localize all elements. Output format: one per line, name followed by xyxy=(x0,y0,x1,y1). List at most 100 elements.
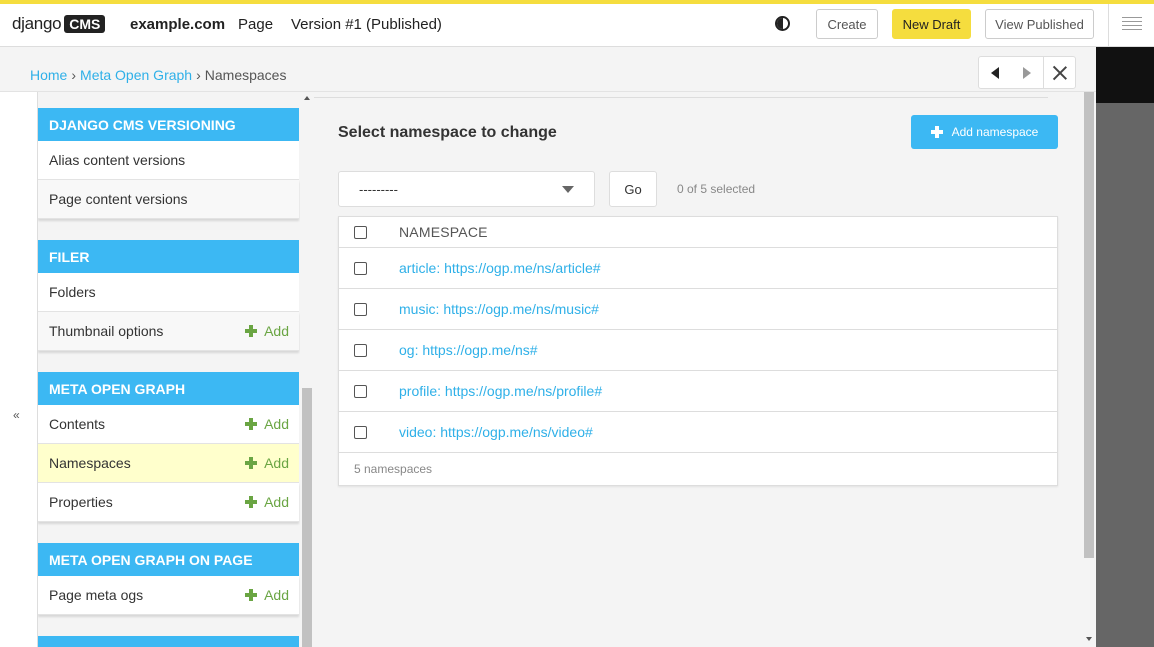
add-link[interactable]: Add xyxy=(245,416,289,432)
row-checkbox[interactable] xyxy=(354,302,367,316)
module-header[interactable]: META OPEN GRAPH ON PAGE xyxy=(38,543,299,576)
forward-button[interactable] xyxy=(1011,57,1043,88)
close-button[interactable] xyxy=(1043,57,1075,88)
create-button[interactable]: Create xyxy=(816,9,878,39)
add-link[interactable]: Add xyxy=(245,455,289,471)
sidebar-item-label[interactable]: Properties xyxy=(49,494,113,510)
triangle-left-icon xyxy=(991,66,999,79)
table-row: og: https://ogp.me/ns# xyxy=(339,330,1057,371)
breadcrumb-separator: › xyxy=(196,67,201,83)
module-django-cms-versioning: DJANGO CMS VERSIONING Alias content vers… xyxy=(38,108,299,219)
select-all-cell xyxy=(339,225,399,239)
add-link-label: Add xyxy=(264,455,289,471)
sidebar-item-alias-content-versions[interactable]: Alias content versions xyxy=(38,141,299,180)
page-menu[interactable]: Page xyxy=(238,16,273,33)
go-button[interactable]: Go xyxy=(609,171,657,207)
collapse-sidebar-toggle[interactable]: « xyxy=(13,408,20,422)
sidebar-item-label[interactable]: Namespaces xyxy=(49,455,131,471)
contrast-icon[interactable] xyxy=(775,16,790,31)
module-meta-open-graph: META OPEN GRAPH Contents Add Namespaces Ad… xyxy=(38,372,299,522)
module-header[interactable]: META OPEN GRAPH xyxy=(38,372,299,405)
toolbar-divider xyxy=(1108,4,1109,47)
sidebar-item-thumbnail-options[interactable]: Thumbnail options Add xyxy=(38,312,299,351)
add-namespace-button[interactable]: Add namespace xyxy=(911,115,1058,149)
sidebar-item-page-content-versions[interactable]: Page content versions xyxy=(38,180,299,219)
add-namespace-label: Add namespace xyxy=(951,125,1039,139)
structure-board-top xyxy=(1096,47,1154,103)
sidebar-item-namespaces[interactable]: Namespaces Add xyxy=(38,444,299,483)
content-scrollbar[interactable] xyxy=(1082,92,1096,647)
view-published-button[interactable]: View Published xyxy=(985,9,1094,39)
header-divider xyxy=(314,97,1048,98)
table-row: profile: https://ogp.me/ns/profile# xyxy=(339,371,1057,412)
sidebar-item-contents[interactable]: Contents Add xyxy=(38,405,299,444)
sidebar-item-folders[interactable]: Folders xyxy=(38,273,299,312)
plus-icon xyxy=(930,126,943,138)
add-link[interactable]: Add xyxy=(245,494,289,510)
breadcrumb-separator: › xyxy=(71,67,77,83)
row-checkbox[interactable] xyxy=(354,384,367,398)
sidebar-item-label[interactable]: Page content versions xyxy=(49,191,188,207)
sidebar-item-label[interactable]: Page meta ogs xyxy=(49,587,143,603)
scroll-down-arrow-icon[interactable] xyxy=(1086,637,1092,641)
triangle-right-icon xyxy=(1023,66,1031,79)
module-filer: FILER Folders Thumbnail options Add xyxy=(38,240,299,351)
logo-text: django xyxy=(12,14,62,33)
namespace-link[interactable]: music: https://ogp.me/ns/music# xyxy=(399,301,599,317)
plus-icon xyxy=(245,418,258,430)
table-header: NAMESPACE xyxy=(339,217,1057,248)
namespace-link[interactable]: video: https://ogp.me/ns/video# xyxy=(399,424,593,440)
column-header-namespace[interactable]: NAMESPACE xyxy=(399,224,488,240)
plus-icon xyxy=(245,325,258,337)
back-button[interactable] xyxy=(979,57,1011,88)
changelist-content: Select namespace to change Add namespace… xyxy=(314,92,1082,647)
module-header[interactable]: FILER xyxy=(38,240,299,273)
breadcrumb: Home › Meta Open Graph › Namespaces xyxy=(30,67,286,83)
sidebar-scrollbar[interactable] xyxy=(300,92,314,647)
app-sidebar: DJANGO CMS VERSIONING Alias content vers… xyxy=(38,92,314,647)
row-checkbox-cell xyxy=(339,384,399,398)
sidebar-item-page-meta-ogs[interactable]: Page meta ogs Add xyxy=(38,576,299,615)
add-link-label: Add xyxy=(264,587,289,603)
hamburger-menu-icon[interactable] xyxy=(1122,17,1142,33)
select-all-checkbox[interactable] xyxy=(354,225,367,239)
breadcrumb-app[interactable]: Meta Open Graph xyxy=(80,67,192,83)
namespace-link[interactable]: profile: https://ogp.me/ns/profile# xyxy=(399,383,602,399)
row-checkbox[interactable] xyxy=(354,425,367,439)
scroll-up-arrow-icon[interactable] xyxy=(304,96,310,100)
chevron-down-icon xyxy=(562,185,574,193)
module-header[interactable]: DJANGO CMS VERSIONING xyxy=(38,108,299,141)
plus-icon xyxy=(245,496,258,508)
selected-count: 0 of 5 selected xyxy=(677,182,756,196)
action-select[interactable]: --------- xyxy=(338,171,595,207)
breadcrumb-bar: Home › Meta Open Graph › Namespaces xyxy=(0,47,1096,92)
row-checkbox[interactable] xyxy=(354,343,367,357)
sidebar-item-label[interactable]: Thumbnail options xyxy=(49,323,163,339)
namespace-link[interactable]: og: https://ogp.me/ns# xyxy=(399,342,538,358)
sidebar-item-label[interactable]: Alias content versions xyxy=(49,152,185,168)
module-header[interactable] xyxy=(38,636,299,647)
namespace-link[interactable]: article: https://ogp.me/ns/article# xyxy=(399,260,601,276)
results-count: 5 namespaces xyxy=(354,462,433,476)
results-table: NAMESPACE article: https://ogp.me/ns/art… xyxy=(338,216,1058,486)
structure-board-edge xyxy=(1096,47,1154,647)
add-link-label: Add xyxy=(264,494,289,510)
site-menu[interactable]: example.com xyxy=(130,16,225,33)
add-link[interactable]: Add xyxy=(245,323,289,339)
sidebar-item-label[interactable]: Contents xyxy=(49,416,105,432)
module-next xyxy=(38,636,299,647)
page-title: Select namespace to change xyxy=(338,124,557,141)
plus-icon xyxy=(245,589,258,601)
sidebar-item-label[interactable]: Folders xyxy=(49,284,96,300)
table-row: video: https://ogp.me/ns/video# xyxy=(339,412,1057,453)
sidebar-item-properties[interactable]: Properties Add xyxy=(38,483,299,522)
module-meta-open-graph-on-page: META OPEN GRAPH ON PAGE Page meta ogs Add xyxy=(38,543,299,615)
version-menu[interactable]: Version #1 (Published) xyxy=(291,16,442,33)
row-checkbox[interactable] xyxy=(354,261,367,275)
django-cms-logo[interactable]: django CMS xyxy=(12,14,106,34)
add-link[interactable]: Add xyxy=(245,587,289,603)
scrollbar-thumb[interactable] xyxy=(1084,92,1094,558)
scrollbar-thumb[interactable] xyxy=(302,388,312,647)
new-draft-button[interactable]: New Draft xyxy=(892,9,971,39)
breadcrumb-home[interactable]: Home xyxy=(30,67,67,83)
